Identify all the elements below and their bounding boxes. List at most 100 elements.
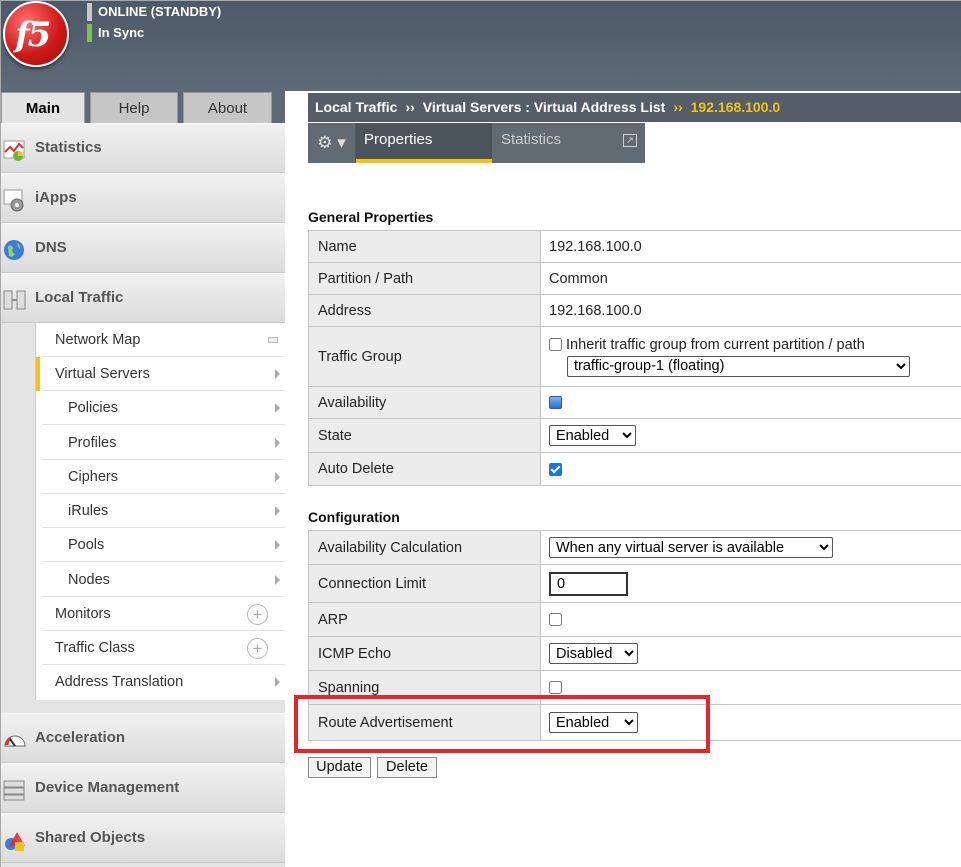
subnav-label: Address Translation [55, 674, 184, 690]
nav-section-shared-objects[interactable]: Shared Objects [1, 813, 285, 863]
subnav-nodes[interactable]: Nodes [42, 563, 286, 597]
chevron-right-icon [275, 575, 280, 585]
subnav-label: Traffic Class [55, 640, 135, 656]
speedometer-icon [4, 735, 26, 747]
row-partition: Partition / Path Common [308, 262, 961, 295]
add-monitor-plus-icon[interactable]: + [247, 604, 268, 625]
subnav-pools[interactable]: Pools [42, 528, 286, 562]
row-address: Address 192.168.100.0 [308, 294, 961, 327]
gear-menu-icon[interactable]: ⚙ ▾ [308, 123, 356, 163]
chevron-right-icon [275, 438, 280, 448]
tab-main[interactable]: Main [1, 92, 85, 123]
main-tabs: Main Help About [1, 91, 285, 123]
availability-calculation-label: Availability Calculation [308, 530, 541, 565]
arp-checkbox[interactable] [549, 613, 562, 627]
connection-limit-input[interactable] [549, 571, 628, 596]
chevron-right-icon [275, 369, 280, 379]
update-button[interactable]: Update [308, 757, 371, 778]
nav-section-iapps[interactable]: iApps [1, 173, 285, 223]
add-traffic-class-plus-icon[interactable]: + [247, 638, 268, 659]
spanning-checkbox[interactable] [549, 681, 562, 695]
local-traffic-submenu: Network Map Virtual Servers Policies Pro… [35, 323, 286, 700]
nav-section-device-management[interactable]: Device Management [1, 763, 285, 813]
subnav-network-map[interactable]: Network Map [42, 323, 286, 357]
arp-cell [540, 602, 961, 637]
icmp-echo-label: ICMP Echo [308, 636, 541, 671]
subnav-ciphers[interactable]: Ciphers [42, 460, 286, 494]
tab-about[interactable]: About [183, 92, 272, 123]
iapps-gear-icon [3, 189, 24, 212]
inherit-traffic-group-checkbox[interactable] [549, 338, 562, 352]
sync-status[interactable]: In Sync [87, 24, 144, 42]
nav-label: Acceleration [35, 729, 126, 746]
subnav-label: Monitors [55, 606, 111, 622]
chevron-right-icon [275, 472, 280, 482]
subnav-label: Profiles [68, 435, 117, 451]
statistics-icon [3, 140, 25, 161]
chevron-right-icon [275, 506, 280, 516]
breadcrumb-separator: ›› [405, 99, 415, 115]
nav-section-local-traffic[interactable]: Local Traffic [1, 273, 285, 323]
traffic-group-select[interactable]: traffic-group-1 (floating) [567, 355, 910, 377]
nav-label: Statistics [35, 139, 102, 156]
breadcrumb-virtual-address-list[interactable]: Virtual Servers : Virtual Address List [423, 99, 666, 115]
nav-section-statistics[interactable]: Statistics [1, 123, 285, 173]
subnav-label: Virtual Servers [55, 366, 150, 382]
subnav-label: Policies [68, 400, 118, 416]
subnav-label: Network Map [55, 332, 141, 348]
app-header: f5 ONLINE (STANDBY) In Sync [1, 1, 961, 91]
popout-icon[interactable]: ↗ [623, 134, 637, 147]
row-arp: ARP [308, 602, 961, 637]
shapes-icon [5, 832, 25, 851]
name-value: 192.168.100.0 [540, 230, 961, 263]
left-navigation: Statistics iApps DNS Local Traffic Netwo… [1, 123, 286, 867]
nav-label: iApps [35, 189, 77, 206]
availability-calculation-select[interactable]: When any virtual server is available [549, 537, 833, 558]
delete-button[interactable]: Delete [377, 757, 437, 778]
subnav-traffic-class[interactable]: Traffic Class + [42, 631, 286, 665]
subnav-address-translation[interactable]: Address Translation [42, 665, 286, 699]
breadcrumb-current: 192.168.100.0 [690, 99, 781, 115]
chevron-right-icon [275, 540, 280, 550]
traffic-group-cell: Inherit traffic group from current parti… [540, 326, 961, 387]
breadcrumb-local-traffic[interactable]: Local Traffic [315, 99, 397, 115]
subnav-irules[interactable]: iRules [42, 494, 286, 528]
failover-status[interactable]: ONLINE (STANDBY) [87, 3, 221, 21]
nav-label: Device Management [35, 779, 180, 796]
row-connection-limit: Connection Limit [308, 564, 961, 603]
row-availability-calculation: Availability Calculation When any virtua… [308, 530, 961, 565]
subnav-label: Pools [68, 537, 105, 553]
auto-delete-checkbox[interactable] [549, 462, 562, 476]
nav-section-dns[interactable]: DNS [1, 223, 285, 273]
connection-limit-label: Connection Limit [308, 564, 541, 603]
tab-help[interactable]: Help [90, 92, 178, 123]
breadcrumb: Local Traffic ›› Virtual Servers : Virtual… [308, 93, 961, 122]
state-cell: Enabled [540, 418, 961, 453]
row-state: State Enabled [308, 418, 961, 453]
row-name: Name 192.168.100.0 [308, 230, 961, 263]
availability-label: Availability [308, 386, 541, 419]
subnav-policies[interactable]: Policies [42, 391, 286, 425]
local-traffic-icon [3, 290, 26, 310]
icmp-echo-cell: Disabled [540, 636, 961, 671]
subnav-virtual-servers[interactable]: Virtual Servers [36, 357, 286, 391]
subnav-profiles[interactable]: Profiles [42, 426, 286, 460]
state-select[interactable]: Enabled [549, 425, 636, 446]
nav-section-acceleration[interactable]: Acceleration [1, 713, 285, 763]
subnav-monitors[interactable]: Monitors + [42, 597, 286, 631]
tab-statistics[interactable]: Statistics ↗ [493, 123, 645, 163]
availability-calculation-cell: When any virtual server is available [540, 530, 961, 565]
page-tabbar: ⚙ ▾ Properties Statistics ↗ [308, 123, 645, 163]
icmp-echo-select[interactable]: Disabled [549, 643, 638, 664]
connection-limit-cell [540, 564, 961, 603]
f5-logo[interactable]: f5 [3, 1, 69, 67]
nav-label: DNS [35, 239, 67, 256]
tab-properties[interactable]: Properties [356, 123, 492, 163]
general-properties-title: General Properties [308, 209, 434, 225]
popout-icon [268, 337, 278, 343]
auto-delete-label: Auto Delete [308, 452, 541, 486]
general-properties-table: Name 192.168.100.0 Partition / Path Comm… [308, 230, 961, 486]
main-content: ⚙ ▾ Properties Statistics ↗ General Prope… [285, 123, 961, 867]
globe-icon [4, 240, 24, 260]
tab-statistics-label: Statistics [501, 131, 562, 148]
